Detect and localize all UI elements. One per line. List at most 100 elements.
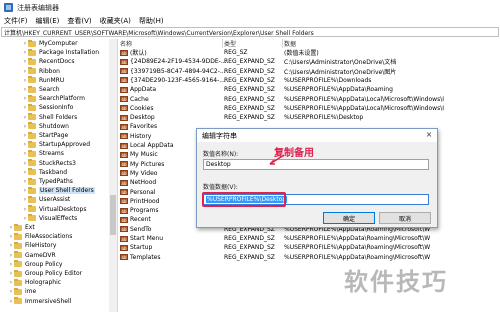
menu-favorites[interactable]: 收藏夹(A)	[100, 16, 131, 26]
string-value-icon: ab	[120, 254, 128, 261]
tree-item[interactable]: › TypedPaths	[22, 177, 73, 186]
tree-item[interactable]: › Streams	[22, 149, 64, 158]
table-row[interactable]: ab AppData REG_EXPAND_SZ %USERPROFILE%\AppD…	[118, 85, 500, 94]
tree-item[interactable]: › FileHistory	[8, 241, 56, 250]
folder-icon	[28, 131, 36, 139]
value-name-cell: Programs	[130, 207, 159, 215]
tree-item[interactable]: › VirtualDesktops	[22, 205, 86, 214]
table-row[interactable]: ab Start Menu REG_EXPAND_SZ %USERPROFILE%\A…	[118, 234, 500, 243]
table-row[interactable]: ab Templates REG_EXPAND_SZ %USERPROFILE%\Ap…	[118, 253, 500, 262]
tree-item[interactable]: › SearchPlatform	[22, 94, 85, 103]
value-data-cell: %USERPROFILE%\Desktop	[284, 114, 364, 122]
value-name-cell: {374DE290-123F-4565-9164-...	[130, 76, 225, 84]
table-row[interactable]: ab {374DE290-123F-4565-9164-... REG_EXPAND…	[118, 76, 500, 85]
tree-scrollbar-thumb[interactable]	[110, 195, 116, 235]
column-header-type[interactable]: 类型	[224, 39, 236, 48]
table-row[interactable]: ab Cache REG_EXPAND_SZ %USERPROFILE%\AppDat…	[118, 95, 500, 104]
menu-help[interactable]: 帮助(H)	[139, 16, 164, 26]
tree-item[interactable]: › Search	[22, 85, 60, 94]
string-value-icon: ab	[120, 235, 128, 242]
tree-item[interactable]: › Shell Folders	[22, 113, 77, 122]
ok-button[interactable]: 确定	[323, 212, 375, 224]
value-data-cell: (数值未设置)	[284, 50, 319, 57]
folder-icon	[28, 149, 36, 157]
value-data-cell: %USERPROFILE%\Downloads	[284, 76, 372, 84]
annotation-arrow-icon	[269, 154, 285, 165]
column-separator[interactable]	[282, 39, 283, 48]
tree-item-label: FileHistory	[25, 242, 57, 250]
column-header-name[interactable]: 名称	[120, 39, 132, 48]
tree-item[interactable]: › Shutdown	[22, 122, 69, 131]
registry-key-tree[interactable]: › MyComputer › Package Installation › RecentD…	[0, 39, 118, 312]
value-name-field[interactable]: Desktop	[203, 159, 429, 170]
tree-item[interactable]: › UserAssist	[22, 195, 70, 204]
tree-item[interactable]: › FileAssociations	[8, 232, 72, 241]
tree-item-label: VisualEffects	[39, 214, 78, 222]
table-row[interactable]: ab Desktop REG_EXPAND_SZ %USERPROFILE%\Desk…	[118, 113, 500, 122]
string-value-icon: ab	[120, 86, 128, 93]
tree-item[interactable]: › Package Installation	[22, 48, 99, 57]
tree-item[interactable]: › Taskband	[22, 168, 67, 177]
table-row[interactable]: ab Cookies REG_EXPAND_SZ %USERPROFILE%\AppD…	[118, 104, 500, 113]
tree-scrollbar[interactable]	[109, 39, 117, 312]
tree-item[interactable]: › StartupApproved	[22, 140, 90, 149]
tree-item[interactable]: › VisualEffects	[22, 214, 77, 223]
address-bar[interactable]: 计算机\HKEY_CURRENT_USER\SOFTWARE\Microsoft…	[1, 27, 499, 37]
annotation-highlight-box	[202, 192, 286, 207]
string-value-icon: ab	[120, 179, 128, 186]
tree-item[interactable]: › Group Policy Editor	[8, 269, 82, 278]
close-icon[interactable]: ×	[424, 130, 434, 140]
tree-item[interactable]: › StartPage	[22, 131, 68, 140]
string-value-icon: ab	[120, 161, 128, 168]
value-data-cell: %USERPROFILE%\AppData\Roaming\Microsoft\…	[284, 235, 431, 242]
value-type-cell: REG_EXPAND_SZ	[224, 104, 275, 112]
folder-icon	[14, 269, 22, 277]
title-bar: 注册表编辑器	[0, 0, 500, 15]
string-value-icon: ab	[120, 216, 128, 223]
tree-item[interactable]: › ImmersiveShell	[8, 297, 71, 306]
tree-item[interactable]: › Ribbon	[22, 67, 60, 76]
tree-item[interactable]: › Group Policy	[8, 260, 62, 269]
cancel-button[interactable]: 取消	[379, 212, 431, 224]
string-value-icon: ab	[120, 170, 128, 177]
tree-item[interactable]: › RunMRU	[22, 76, 64, 85]
value-name-cell: Desktop	[130, 114, 155, 122]
table-row[interactable]: ab Startup REG_EXPAND_SZ %USERPROFILE%\AppD…	[118, 243, 500, 252]
value-name-cell: My Pictures	[130, 160, 165, 168]
value-name-cell: PrintHood	[130, 197, 160, 205]
value-name-cell: NetHood	[130, 179, 157, 187]
tree-item-label: Group Policy	[25, 260, 63, 268]
string-value-icon: ab	[120, 96, 128, 102]
folder-icon	[28, 76, 36, 84]
tree-item[interactable]: › User Shell Folders	[22, 186, 95, 195]
folder-icon	[28, 177, 36, 185]
table-row[interactable]: ab {24D89E24-2F19-4534-9DDE-... REG_EXPAND…	[118, 57, 500, 66]
tree-item[interactable]: › SessionInfo	[22, 103, 73, 112]
table-row[interactable]: ab (默认) REG_SZ (数值未设置)	[118, 48, 500, 57]
tree-item[interactable]: › StuckRects3	[22, 159, 76, 168]
menu-file[interactable]: 文件(F)	[4, 16, 28, 26]
column-separator[interactable]	[222, 39, 223, 48]
tree-item-label: SessionInfo	[39, 104, 74, 112]
value-data-cell: %USERPROFILE%\AppData\Local\Microsoft\Wi…	[284, 104, 444, 112]
value-name-cell: Templates	[130, 253, 161, 261]
folder-icon	[28, 113, 36, 121]
value-name-cell: AppData	[130, 86, 157, 94]
tree-item[interactable]: › GameDVR	[8, 251, 56, 260]
tree-item[interactable]: › ime	[8, 287, 36, 296]
tree-item[interactable]: › Holographic	[8, 278, 61, 287]
folder-icon	[28, 214, 36, 222]
tree-item[interactable]: › MyComputer	[22, 39, 78, 48]
table-row[interactable]: ab {339719B5-8C47-4894-94C2-... REG_EXPAND…	[118, 67, 500, 76]
string-value-icon: ab	[120, 151, 128, 158]
string-value-icon: ab	[120, 58, 128, 65]
tree-item-label: Ribbon	[39, 67, 60, 75]
value-data-cell: %USERPROFILE%\AppData\Local\Microsoft\Wi…	[284, 95, 444, 103]
regedit-app-icon	[4, 3, 13, 12]
folder-icon	[14, 251, 22, 259]
column-header-data[interactable]: 数据	[284, 39, 296, 48]
menu-edit[interactable]: 编辑(E)	[36, 16, 60, 26]
tree-item[interactable]: › Ext	[8, 223, 35, 232]
tree-item[interactable]: › RecentDocs	[22, 57, 74, 66]
menu-view[interactable]: 查看(V)	[67, 16, 91, 26]
